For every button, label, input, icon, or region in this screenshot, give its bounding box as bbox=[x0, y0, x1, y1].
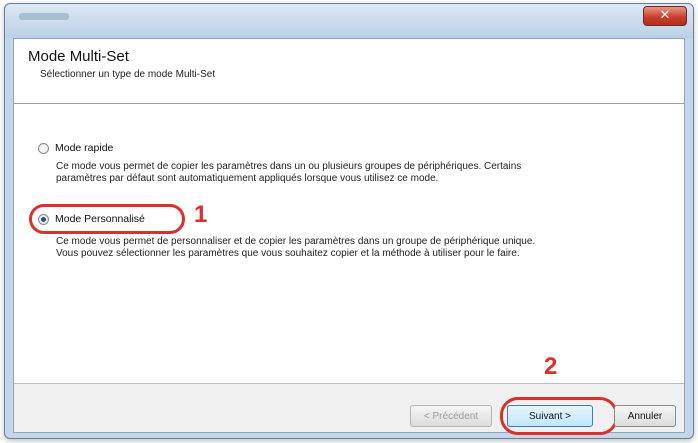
option-description: Ce mode vous permet de copier les paramè… bbox=[56, 161, 666, 185]
option-mode-rapide[interactable]: Mode rapide bbox=[38, 142, 113, 154]
page-title: Mode Multi-Set bbox=[28, 48, 129, 65]
options-panel: Mode rapide Ce mode vous permet de copie… bbox=[14, 104, 684, 384]
description-line: paramètres par défaut sont automatiqueme… bbox=[56, 173, 439, 184]
window-title-placeholder bbox=[19, 13, 69, 20]
description-line: Ce mode vous permet de copier les paramè… bbox=[56, 161, 522, 172]
next-button[interactable]: Suivant > bbox=[507, 405, 593, 427]
dialog-client-area: Mode Multi-Set Sélectionner un type de m… bbox=[13, 38, 685, 435]
radio-mode-rapide[interactable] bbox=[38, 142, 49, 154]
title-bar[interactable]: ✕ bbox=[5, 4, 693, 38]
dialog-window: ✕ Mode Multi-Set Sélectionner un type de… bbox=[4, 3, 694, 439]
close-icon: ✕ bbox=[659, 8, 671, 23]
option-description: Ce mode vous permet de personnaliser et … bbox=[56, 236, 666, 260]
description-line: Vous pouvez sélectionner les paramètres … bbox=[56, 248, 520, 259]
back-button[interactable]: < Précédent bbox=[410, 405, 492, 427]
option-mode-personnalise[interactable]: Mode Personnalisé bbox=[38, 213, 145, 225]
step-2-marker: 2 bbox=[544, 353, 558, 380]
step-1-marker: 1 bbox=[194, 201, 208, 228]
page-subtitle: Sélectionner un type de mode Multi-Set bbox=[40, 69, 216, 80]
option-label: Mode Personnalisé bbox=[55, 213, 145, 225]
description-line: Ce mode vous permet de personnaliser et … bbox=[56, 236, 536, 247]
wizard-header: Mode Multi-Set Sélectionner un type de m… bbox=[14, 39, 684, 104]
option-label: Mode rapide bbox=[55, 142, 114, 154]
radio-mode-personnalise[interactable] bbox=[38, 213, 49, 225]
cancel-button[interactable]: Annuler bbox=[614, 405, 676, 427]
close-button[interactable]: ✕ bbox=[643, 6, 687, 26]
